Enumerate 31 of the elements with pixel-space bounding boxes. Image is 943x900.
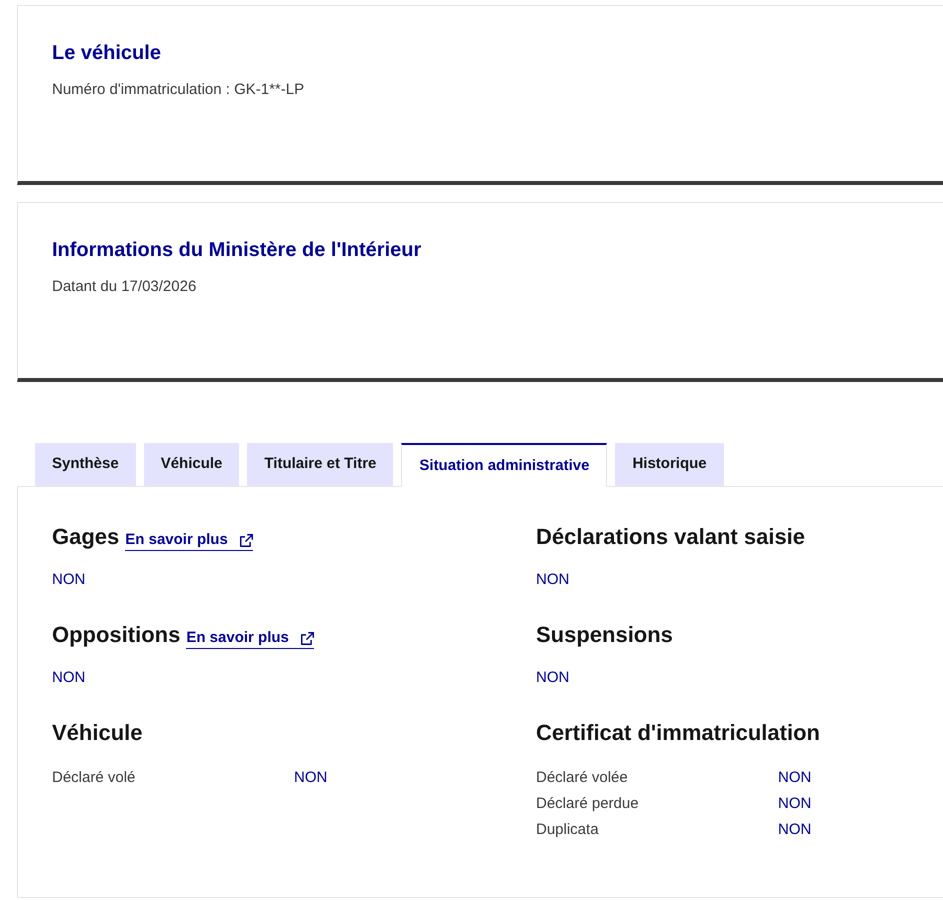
tab[interactable]: Synthèse	[35, 443, 136, 486]
field-label: Déclaré volé	[52, 768, 136, 788]
status-value: NON	[536, 668, 570, 688]
section-heading: Véhicule	[52, 719, 142, 747]
section-heading: Suspensions	[536, 621, 673, 649]
learn-more-link[interactable]: En savoir plus	[186, 628, 314, 649]
card-subtitle: Datant du 17/03/2026	[52, 277, 196, 297]
card-subtitle: Numéro d'immatriculation : GK-1**-LP	[52, 80, 304, 100]
field-label: Déclaré volée	[536, 768, 628, 788]
field-label: Duplicata	[536, 820, 599, 840]
section-heading: Certificat d'immatriculation	[536, 719, 820, 747]
tab[interactable]: Situation administrative	[401, 443, 608, 487]
card-title: Informations du Ministère de l'Intérieur	[52, 238, 422, 263]
field-value: NON	[778, 768, 812, 788]
learn-more-link[interactable]: En savoir plus	[125, 530, 253, 551]
tab[interactable]: Titulaire et Titre	[247, 443, 394, 486]
status-value: NON	[536, 570, 570, 590]
status-value: NON	[52, 668, 86, 688]
tab[interactable]: Historique	[615, 443, 724, 486]
tab[interactable]: Véhicule	[144, 443, 240, 486]
field-value: NON	[778, 794, 812, 814]
external-link-icon	[300, 632, 314, 644]
field-label: Déclaré perdue	[536, 794, 639, 814]
external-link-icon	[240, 534, 253, 546]
card-title: Le véhicule	[52, 41, 161, 66]
section-heading: Oppositions	[52, 621, 180, 649]
section-heading: Gages	[52, 523, 120, 551]
field-value: NON	[294, 768, 328, 788]
field-value: NON	[778, 820, 812, 840]
section-heading: Déclarations valant saisie	[536, 523, 806, 551]
status-value: NON	[52, 570, 86, 590]
